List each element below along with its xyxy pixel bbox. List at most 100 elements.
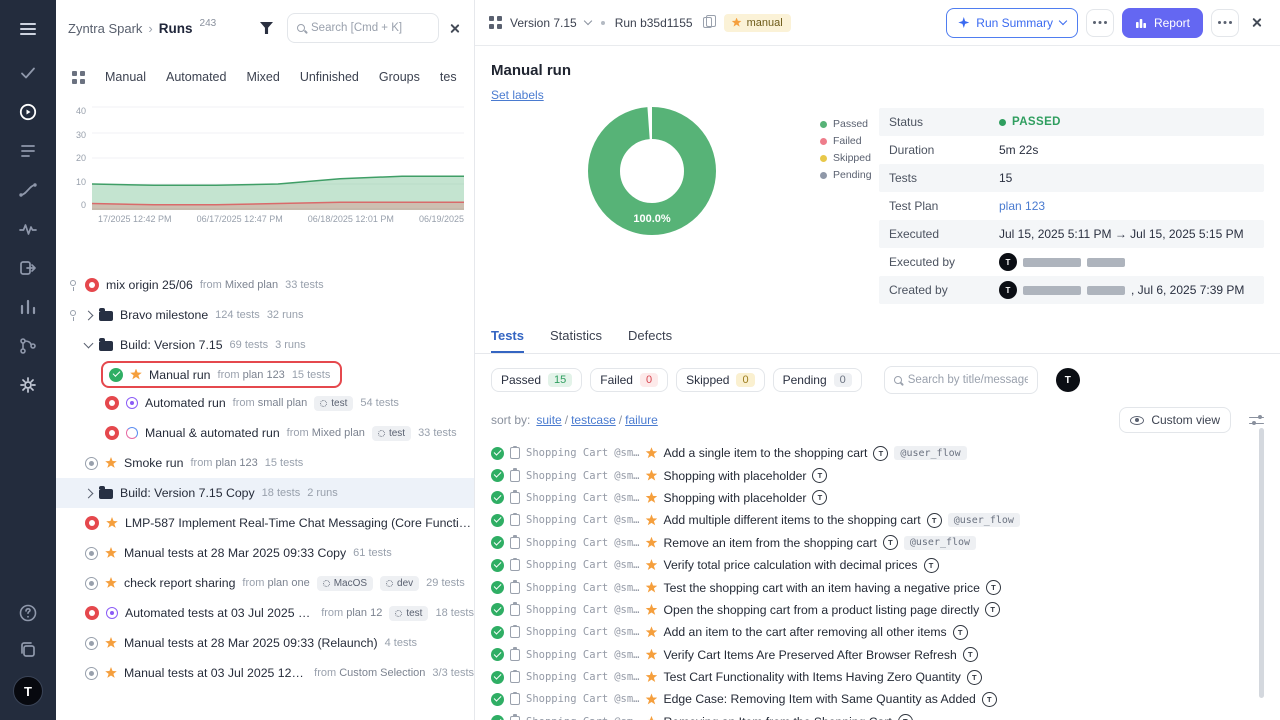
sort-link[interactable]: failure (625, 413, 664, 427)
version-icon (489, 16, 502, 29)
more-actions-button[interactable] (1086, 9, 1114, 37)
run-row[interactable]: Manual run from plan 123 15 tests (101, 361, 342, 388)
status-filter-chip[interactable]: Pending 0 (773, 368, 862, 392)
flows-icon[interactable] (17, 179, 39, 201)
run-row[interactable]: LMP-587 Implement Real-Time Chat Messagi… (56, 508, 474, 538)
test-row[interactable]: Shopping Cart @sm… Add multiple differen… (491, 509, 1280, 531)
passed-status-icon (491, 603, 504, 616)
runs-filter-tab[interactable]: Manual (105, 70, 146, 84)
test-row[interactable]: Shopping Cart @sm… Removing an Item from… (491, 711, 1280, 720)
run-status-icon (85, 606, 99, 620)
run-row[interactable]: Manual tests at 03 Jul 2025 12:08 from C… (56, 658, 474, 688)
status-filter-chip[interactable]: Failed 0 (590, 368, 668, 392)
chevron-icon[interactable] (84, 488, 94, 498)
test-row[interactable]: Shopping Cart @sm… Test Cart Functionali… (491, 666, 1280, 688)
run-row[interactable]: Manual tests at 28 Mar 2025 09:33 Copy 6… (56, 538, 474, 568)
run-detail-panel: Version 7.15 Run b35d1155 manual Run Sum… (474, 0, 1280, 720)
suite-path: @sm… (614, 604, 639, 616)
runs-filter-tab[interactable]: Automated (166, 70, 226, 84)
test-row[interactable]: Shopping Cart @sm… Remove an item from t… (491, 532, 1280, 554)
test-row[interactable]: Shopping Cart @sm… Verify total price ca… (491, 554, 1280, 576)
runs-filter-tab[interactable]: Unfinished (300, 70, 359, 84)
run-tests-count: 18 tests (262, 487, 301, 499)
run-row[interactable]: Automated tests at 03 Jul 2025 13:25 fro… (56, 598, 474, 628)
sort-link[interactable]: testcase (571, 413, 625, 427)
test-row[interactable]: Shopping Cart @sm… Shopping with placeho… (491, 487, 1280, 509)
testcase-icon (510, 514, 520, 526)
runs-search-input[interactable] (311, 22, 429, 34)
version-selector[interactable]: Version 7.15 (510, 16, 577, 30)
assignee-filter-avatar[interactable]: T (1056, 368, 1080, 392)
more-options-button[interactable] (1211, 9, 1239, 37)
pin-icon (70, 280, 76, 286)
run-summary-button[interactable]: Run Summary (946, 8, 1078, 38)
run-type-icon (105, 577, 117, 589)
run-row[interactable]: Build: Version 7.15 69 tests 3 runs (56, 330, 474, 360)
scrollbar[interactable] (1259, 428, 1264, 698)
run-id-label: Run b35d1155 (615, 16, 693, 30)
help-icon[interactable] (17, 602, 39, 624)
suite-name: Shopping Cart (526, 671, 608, 683)
suite-path: @sm… (614, 492, 639, 504)
chevron-icon[interactable] (84, 339, 94, 349)
legend-dot (820, 138, 827, 145)
test-plans-icon[interactable] (17, 140, 39, 162)
test-row[interactable]: Shopping Cart @sm… Shopping with placeho… (491, 464, 1280, 486)
run-row[interactable]: mix origin 25/06 from Mixed plan 33 test… (56, 270, 474, 300)
runs-filter-tab[interactable]: tes (440, 70, 457, 84)
chevron-down-icon[interactable] (583, 17, 591, 25)
run-row[interactable]: Smoke run from plan 123 15 tests (56, 448, 474, 478)
run-type-icon (105, 667, 117, 679)
run-status-icon (85, 457, 98, 470)
runs-icon[interactable] (17, 101, 39, 123)
run-row[interactable]: check report sharing from plan one MacOS… (56, 568, 474, 598)
close-panel-icon[interactable] (449, 23, 460, 34)
analytics-icon[interactable] (17, 218, 39, 240)
detail-tab[interactable]: Tests (491, 328, 524, 353)
view-settings-icon[interactable] (1249, 415, 1264, 426)
menu-icon[interactable] (17, 18, 39, 40)
search-icon (297, 24, 305, 32)
test-row[interactable]: Shopping Cart @sm… Add a single item to … (491, 442, 1280, 464)
settings-icon[interactable] (17, 374, 39, 396)
runs-filter-tab[interactable]: Groups (379, 70, 420, 84)
test-row[interactable]: Shopping Cart @sm… Open the shopping car… (491, 599, 1280, 621)
test-row[interactable]: Shopping Cart @sm… Test the shopping car… (491, 576, 1280, 598)
reports-icon[interactable] (17, 296, 39, 318)
run-row[interactable]: Manual tests at 28 Mar 2025 09:33 (Relau… (56, 628, 474, 658)
integrations-icon[interactable] (17, 335, 39, 357)
export-icon[interactable] (17, 257, 39, 279)
gear-icon (378, 430, 385, 437)
tests-icon[interactable] (17, 62, 39, 84)
test-row[interactable]: Shopping Cart @sm… Add an item to the ca… (491, 621, 1280, 643)
run-row[interactable]: Manual & automated run from Mixed plan t… (56, 418, 474, 448)
detail-tab[interactable]: Defects (628, 328, 672, 353)
custom-view-button[interactable]: Custom view (1119, 407, 1231, 433)
projects-icon[interactable] (17, 639, 39, 661)
sidebar: T (0, 0, 56, 720)
view-grid-icon[interactable] (72, 71, 85, 84)
chevron-icon[interactable] (84, 310, 94, 320)
status-filter-chip[interactable]: Passed 15 (491, 368, 582, 392)
set-labels-link[interactable]: Set labels (491, 88, 544, 102)
report-chart-icon (1135, 17, 1147, 29)
run-row[interactable]: Bravo milestone 124 tests 32 runs (56, 300, 474, 330)
copy-icon[interactable] (703, 17, 712, 28)
testcase-icon (510, 582, 520, 594)
tests-search-input[interactable] (908, 374, 1028, 386)
runs-filter-tab[interactable]: Mixed (246, 70, 279, 84)
status-filter-chip[interactable]: Skipped 0 (676, 368, 765, 392)
user-avatar[interactable]: T (13, 676, 43, 706)
filter-icon[interactable] (260, 22, 273, 34)
breadcrumb-project[interactable]: Zyntra Spark (68, 21, 142, 36)
report-button[interactable]: Report (1122, 8, 1203, 38)
run-row[interactable]: Build: Version 7.15 Copy 18 tests 2 runs (56, 478, 474, 508)
test-row[interactable]: Shopping Cart @sm… Edge Case: Removing I… (491, 688, 1280, 710)
run-row[interactable]: Automated run from small plan test 54 te… (56, 388, 474, 418)
close-detail-icon[interactable] (1251, 17, 1262, 28)
detail-tab[interactable]: Statistics (550, 328, 602, 353)
test-row[interactable]: Shopping Cart @sm… Verify Cart Items Are… (491, 644, 1280, 666)
run-title: Build: Version 7.15 Copy (120, 486, 255, 500)
config-badge: dev (380, 576, 419, 591)
sort-link[interactable]: suite (536, 413, 571, 427)
